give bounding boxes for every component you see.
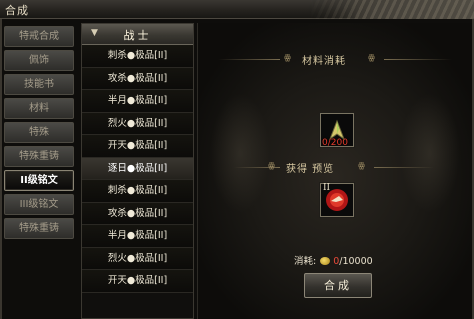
- divider: [374, 167, 434, 168]
- recipe-item[interactable]: 攻杀●极品[II]: [82, 202, 193, 225]
- category-nav: 特戒合成 佩饰 技能书 材料 特殊 特殊重铸 II级铭文 III级铭文 特殊重铸: [4, 26, 74, 242]
- recipe-group-label: 战士: [123, 29, 152, 42]
- category-item-skill-book[interactable]: 技能书: [4, 74, 74, 95]
- material-slot[interactable]: 0/200: [320, 113, 354, 148]
- recipe-group-header[interactable]: ▼ 战士: [82, 24, 193, 45]
- recipe-item[interactable]: 半月●极品[II]: [82, 225, 193, 248]
- category-item-special-reforge[interactable]: 特殊重铸: [4, 146, 74, 167]
- preview-title: 获得 预览: [286, 164, 335, 175]
- materials-title: 材料消耗: [302, 56, 346, 67]
- category-item-material[interactable]: 材料: [4, 98, 74, 119]
- recipe-item[interactable]: 开天●极品[II]: [82, 270, 193, 293]
- divider: [384, 59, 452, 60]
- ornament-left: ꙮ: [284, 53, 292, 62]
- recipe-item[interactable]: 半月●极品[II]: [82, 90, 193, 113]
- recipe-item-selected[interactable]: 逐日●极品[II]: [82, 157, 193, 180]
- crafting-panel: ꙮ 材料消耗 ꙮ 0/200 ꙮ 获得 预览 ꙮ II 消耗: 0/10000 合…: [197, 23, 472, 319]
- ornament-right: ꙮ: [358, 161, 366, 170]
- gold-coin-icon: [320, 257, 331, 265]
- category-item-inscription-2[interactable]: II级铭文: [4, 170, 74, 191]
- recipe-item[interactable]: 烈火●极品[II]: [82, 247, 193, 270]
- window-title: 合成: [5, 4, 29, 17]
- category-item-special-reforge-2[interactable]: 特殊重铸: [4, 218, 74, 239]
- recipe-item[interactable]: 开天●极品[II]: [82, 135, 193, 158]
- ornament-left: ꙮ: [268, 161, 276, 170]
- category-item-special-ring[interactable]: 特戒合成: [4, 26, 74, 47]
- category-item-accessory[interactable]: 佩饰: [4, 50, 74, 71]
- divider: [218, 59, 280, 60]
- materials-section-header: ꙮ 材料消耗 ꙮ: [198, 51, 472, 67]
- compose-button[interactable]: 合成: [304, 273, 372, 298]
- category-item-inscription-3[interactable]: III级铭文: [4, 194, 74, 215]
- dragon-left-decoration: [210, 93, 270, 213]
- result-grade: II: [323, 183, 331, 193]
- cost-need: /10000: [339, 256, 373, 267]
- category-item-special[interactable]: 特殊: [4, 122, 74, 143]
- dragon-ornament: [309, 0, 474, 19]
- recipe-list: ▼ 战士 刺杀●极品[II] 攻杀●极品[II] 半月●极品[II] 烈火●极品…: [81, 23, 194, 319]
- dragon-right-decoration: [400, 93, 460, 213]
- recipe-item[interactable]: 刺杀●极品[II]: [82, 45, 193, 68]
- ornament-right: ꙮ: [368, 53, 376, 62]
- recipe-item[interactable]: 刺杀●极品[II]: [82, 180, 193, 203]
- material-count: 0/200: [322, 138, 348, 148]
- recipe-item[interactable]: 烈火●极品[II]: [82, 112, 193, 135]
- recipe-item[interactable]: 攻杀●极品[II]: [82, 67, 193, 90]
- result-preview-slot[interactable]: II: [320, 183, 354, 217]
- cost-row: 消耗: 0/10000: [294, 253, 373, 267]
- window-title-bar: 合成: [0, 0, 474, 19]
- cost-label: 消耗:: [294, 256, 317, 267]
- preview-section-header: ꙮ 获得 预览 ꙮ: [198, 159, 472, 175]
